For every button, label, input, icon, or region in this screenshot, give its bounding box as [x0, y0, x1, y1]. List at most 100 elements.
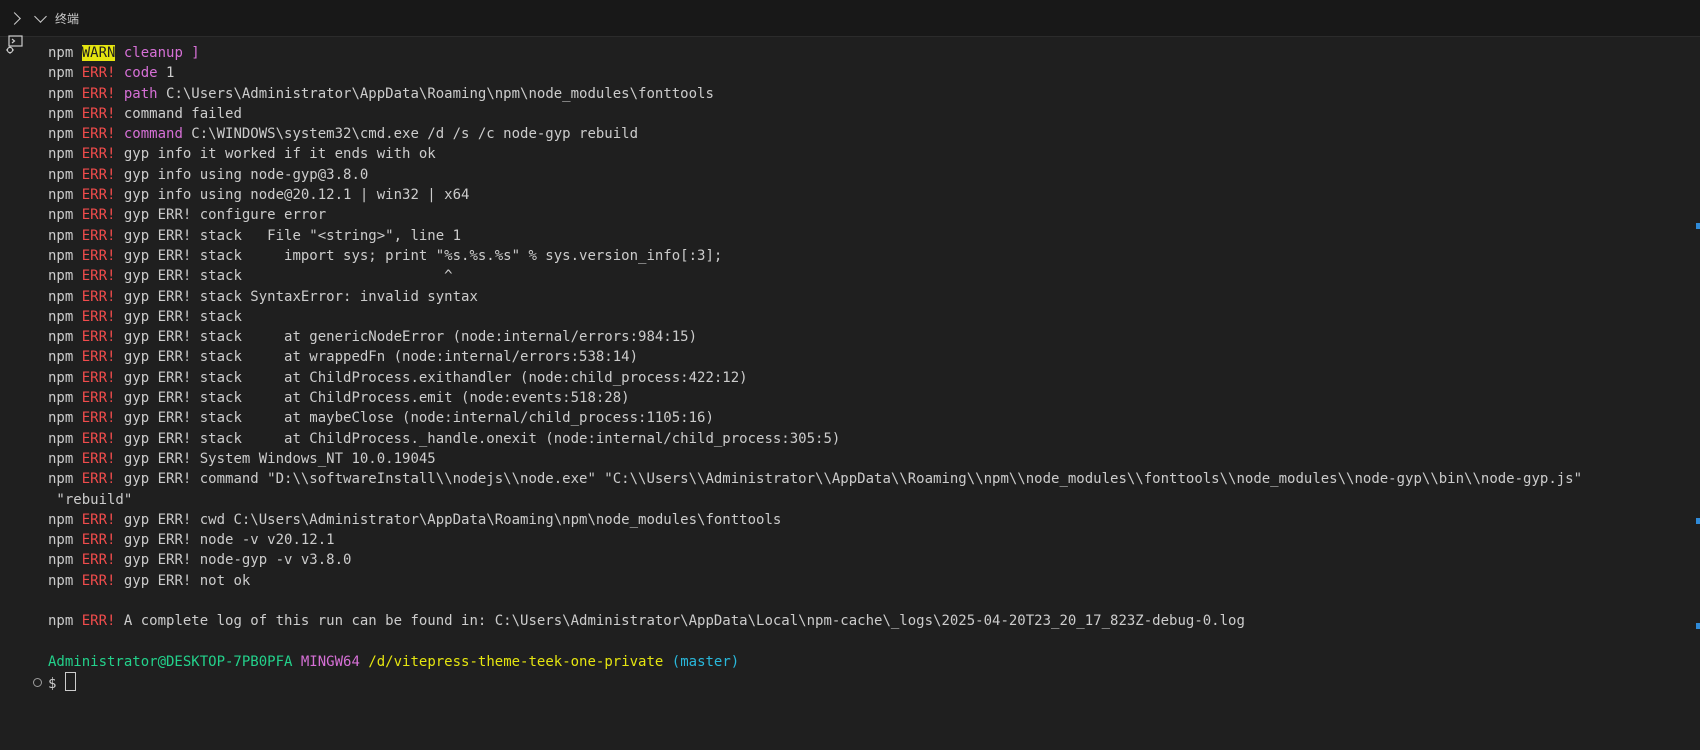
terminal-line: "rebuild" — [48, 490, 1582, 510]
prompt-branch: (master) — [671, 653, 740, 670]
chevron-down-icon — [34, 10, 47, 23]
err-tag: ERR! — [81, 65, 116, 82]
line-text: C:\WINDOWS\system32\cmd.exe /d /s /c nod… — [182, 126, 639, 143]
terminal-output[interactable]: npm WARN cleanup ] npm ERR! code 1 npm ERR… — [30, 37, 1680, 750]
terminal-line: npm ERR! gyp ERR! command "D:\\softwareI… — [48, 469, 1582, 489]
terminal-line: npm ERR! gyp ERR! stack at maybeClose (n… — [48, 408, 1582, 428]
input-line[interactable]: $ — [48, 672, 1582, 692]
line-text: npm — [48, 450, 82, 467]
terminal-line: npm ERR! gyp ERR! stack at ChildProcess.… — [48, 368, 1582, 388]
terminal-line: npm ERR! command failed — [48, 104, 1582, 124]
terminal-line: npm ERR! A complete log of this run can … — [48, 611, 1582, 631]
line-text: npm — [48, 146, 82, 163]
line-text: gyp ERR! stack at genericNodeError (node… — [115, 329, 698, 346]
scroll-marker — [1696, 518, 1700, 524]
line-text: npm — [48, 105, 82, 122]
scroll-marker — [1696, 223, 1700, 229]
line-text: npm — [48, 288, 82, 305]
line-text: npm — [48, 227, 82, 244]
err-tag: ERR! — [81, 288, 116, 305]
err-tag: ERR! — [81, 227, 116, 244]
section-title: 终端 — [55, 11, 80, 26]
line-text: A complete log of this run can be found … — [115, 613, 1245, 630]
terminal-line: npm ERR! gyp ERR! stack at ChildProcess.… — [48, 429, 1582, 449]
err-tag: ERR! — [81, 613, 116, 630]
line-text: npm — [48, 613, 82, 630]
err-tag: ERR! — [81, 572, 116, 589]
line-text: npm — [48, 247, 82, 264]
err-tag: ERR! — [81, 511, 116, 528]
line-text: gyp ERR! stack at ChildProcess.exithandl… — [115, 369, 748, 386]
terminal-line: npm ERR! gyp ERR! stack import sys; prin… — [48, 246, 1582, 266]
terminal-section-header[interactable]: 终端 — [32, 8, 79, 28]
line-text: gyp ERR! stack SyntaxError: invalid synt… — [115, 288, 478, 305]
line-text: gyp info it worked if it ends with ok — [115, 146, 436, 163]
line-text: npm — [48, 65, 82, 82]
line-text: gyp ERR! stack at wrappedFn (node:intern… — [115, 349, 639, 366]
line-text: command — [115, 126, 183, 143]
line-text: gyp ERR! stack File "<string>", line 1 — [115, 227, 462, 244]
err-tag: ERR! — [81, 166, 116, 183]
line-text: npm — [48, 308, 82, 325]
line-text: "rebuild" — [48, 491, 133, 508]
line-text: command failed — [115, 105, 242, 122]
line-text: npm — [48, 369, 82, 386]
terminal-line: npm ERR! gyp ERR! cwd C:\Users\Administr… — [48, 510, 1582, 530]
line-text: npm — [48, 166, 82, 183]
line-text: gyp ERR! not ok — [115, 572, 251, 589]
line-text: gyp ERR! command "D:\\softwareInstall\\n… — [115, 471, 1583, 488]
err-tag: ERR! — [81, 349, 116, 366]
line-text: npm — [48, 511, 82, 528]
err-tag: ERR! — [81, 126, 116, 143]
err-tag: ERR! — [81, 450, 116, 467]
terminal-window: 终端 npm WARN cleanup ] npm ERR! code 1 npm … — [0, 0, 1700, 750]
terminal-line: npm ERR! code 1 — [48, 63, 1582, 83]
line-text: gyp ERR! stack — [115, 308, 242, 325]
warn-tag: WARN — [81, 45, 116, 61]
terminal-line: npm ERR! gyp ERR! not ok — [48, 571, 1582, 591]
err-tag: ERR! — [81, 187, 116, 204]
terminal-line: npm ERR! gyp ERR! stack File "<string>",… — [48, 226, 1582, 246]
err-tag: ERR! — [81, 532, 116, 549]
terminal-cursor — [64, 672, 76, 692]
line-text: npm — [48, 552, 82, 569]
terminal-line: npm ERR! path C:\Users\Administrator\App… — [48, 84, 1582, 104]
terminal-line: npm ERR! gyp info using node-gyp@3.8.0 — [48, 165, 1582, 185]
line-text: npm — [48, 430, 82, 447]
line-text: cleanup ] — [115, 45, 200, 61]
scroll-marker — [1696, 623, 1700, 629]
line-text: 1 — [157, 65, 175, 82]
terminal-line: npm ERR! gyp info it worked if it ends w… — [48, 144, 1582, 164]
prompt-symbol: $ — [48, 676, 57, 693]
line-text: gyp ERR! configure error — [115, 207, 327, 224]
terminal-icon[interactable] — [4, 34, 26, 56]
prompt-line: Administrator@DESKTOP-7PB0PFA MINGW64 /d… — [48, 652, 1582, 672]
line-text: gyp ERR! stack ^ — [115, 268, 453, 285]
terminal-line: npm ERR! gyp ERR! stack at wrappedFn (no… — [48, 347, 1582, 367]
terminal-line: npm ERR! gyp ERR! node -v v20.12.1 — [48, 530, 1582, 550]
line-text: npm — [48, 349, 82, 366]
terminal-line: npm WARN cleanup ] — [48, 43, 1582, 63]
err-tag: ERR! — [81, 552, 116, 569]
line-text: npm — [48, 85, 82, 102]
panel-toggle-button[interactable] — [6, 10, 22, 26]
line-text: gyp info using node@20.12.1 | win32 | x6… — [115, 187, 470, 204]
line-text: gyp info using node-gyp@3.8.0 — [115, 166, 369, 183]
terminal-line: npm ERR! gyp ERR! node-gyp -v v3.8.0 — [48, 550, 1582, 570]
line-text: npm — [48, 187, 82, 204]
panel-header: 终端 — [0, 0, 1700, 37]
terminal-line: npm ERR! gyp info using node@20.12.1 | w… — [48, 185, 1582, 205]
terminal-line: npm ERR! gyp ERR! stack ^ — [48, 266, 1582, 286]
line-text: gyp ERR! node-gyp -v v3.8.0 — [115, 552, 352, 569]
terminal-line: npm ERR! command C:\WINDOWS\system32\cmd… — [48, 124, 1582, 144]
line-text: npm — [48, 45, 82, 61]
line-text: npm — [48, 126, 82, 143]
command-marker-icon[interactable] — [33, 678, 42, 687]
err-tag: ERR! — [81, 207, 116, 224]
line-text: npm — [48, 329, 82, 346]
terminal-line: npm ERR! gyp ERR! stack at genericNodeEr… — [48, 327, 1582, 347]
scrollbar[interactable] — [1686, 37, 1700, 750]
line-text: path — [115, 85, 158, 102]
